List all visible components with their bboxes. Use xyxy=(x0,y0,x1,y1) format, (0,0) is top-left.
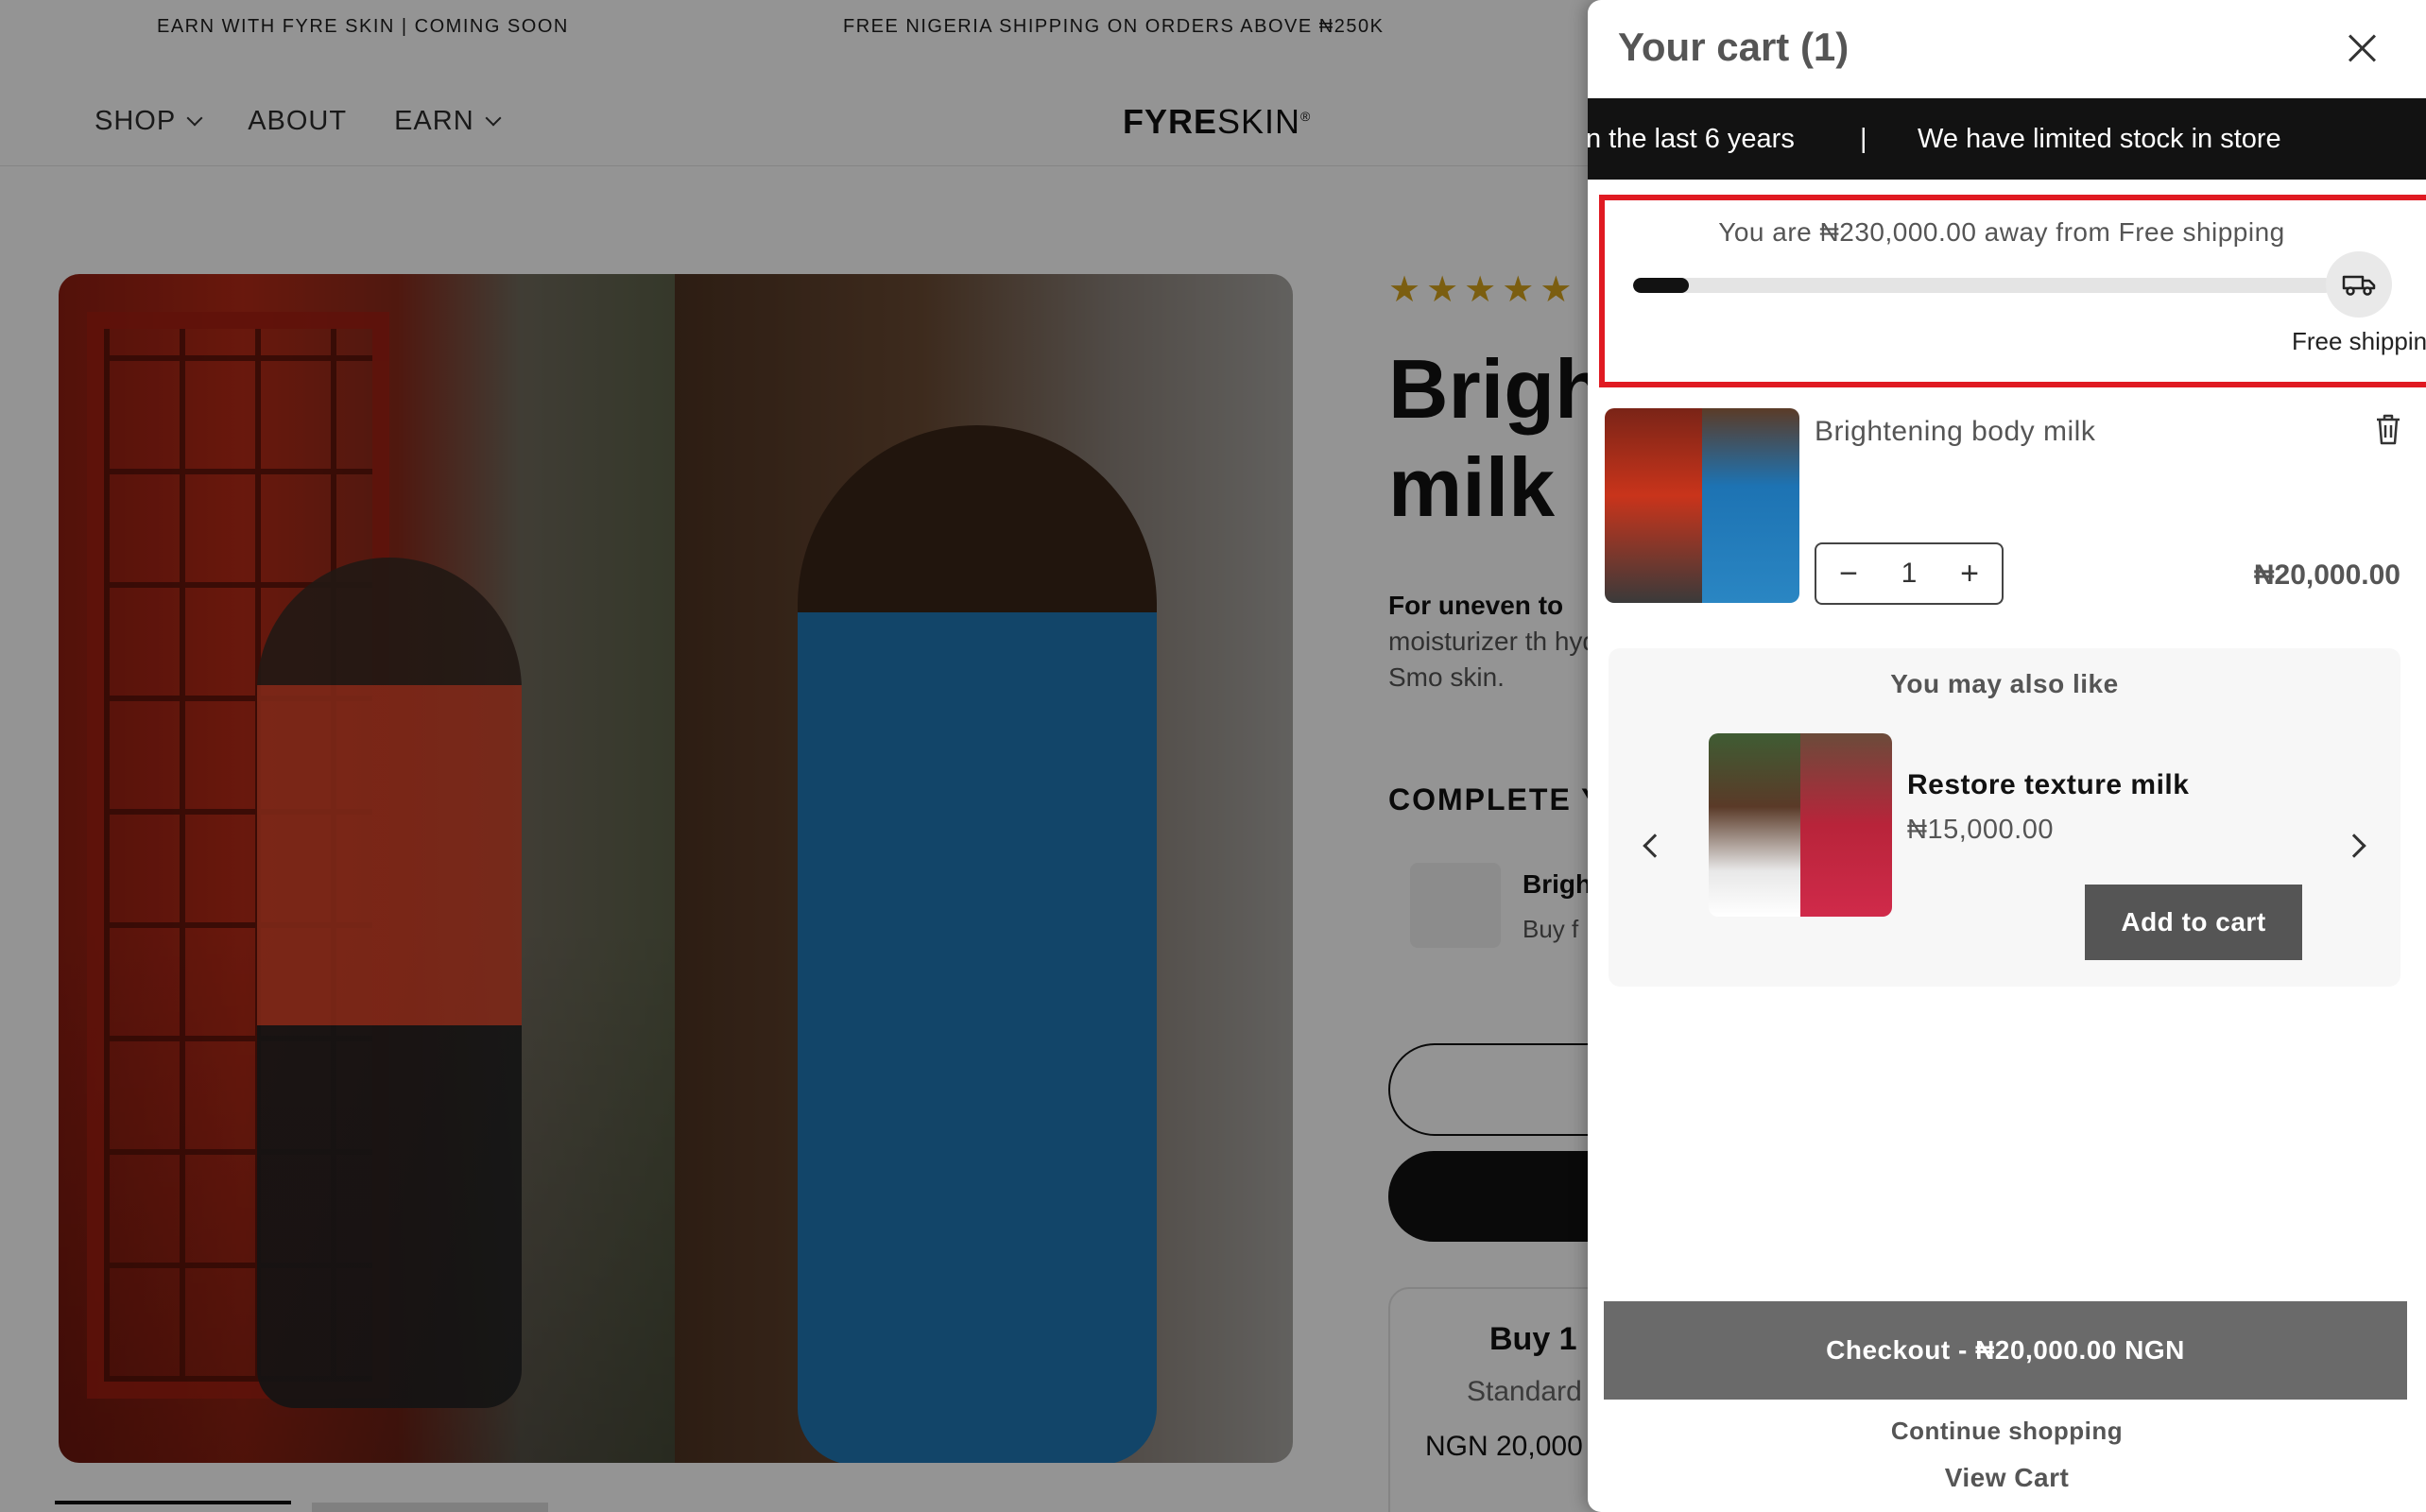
cart-item-image-left xyxy=(1605,408,1702,603)
free-shipping-label: Free shipping xyxy=(2292,327,2426,355)
free-shipping-progress: You are ₦230,000.00 away from Free shipp… xyxy=(1599,195,2426,387)
plus-icon[interactable]: + xyxy=(1951,555,1988,593)
cart-item-image[interactable] xyxy=(1605,408,1799,603)
upsell-add-to-cart-button[interactable]: Add to cart xyxy=(2085,885,2302,960)
marquee-text-1: n the last 6 years xyxy=(1588,123,1795,154)
chevron-right-icon[interactable] xyxy=(2342,833,2366,858)
minus-icon[interactable]: − xyxy=(1830,555,1867,593)
upsell-title: You may also like xyxy=(1890,669,2119,698)
truck-icon xyxy=(2326,251,2392,318)
upsell-product-name[interactable]: Restore texture milk xyxy=(1907,769,2189,801)
quantity-stepper: − 1 + xyxy=(1815,542,2004,605)
quantity-value[interactable]: 1 xyxy=(1901,558,1918,590)
shipping-progress-fill xyxy=(1633,278,1690,293)
cart-marquee: n the last 6 years | We have limited sto… xyxy=(1588,98,2426,180)
upsell-image-left xyxy=(1709,733,1800,917)
cart-title: Your cart (1) xyxy=(1618,25,1850,69)
close-icon[interactable] xyxy=(2345,30,2381,66)
upsell-product-image[interactable] xyxy=(1709,733,1892,917)
trash-icon[interactable] xyxy=(2374,412,2402,446)
view-cart-link[interactable]: View Cart xyxy=(1588,1463,2426,1493)
cart-item-image-right xyxy=(1702,408,1799,603)
trash-icon-svg xyxy=(2377,414,2400,445)
shipping-progress-bar xyxy=(1633,278,2332,293)
upsell-section: You may also like Restore texture milk ₦… xyxy=(1609,648,2400,987)
truck-icon-svg xyxy=(2342,275,2376,296)
cart-item-name[interactable]: Brightening body milk xyxy=(1815,416,2095,448)
chevron-left-icon[interactable] xyxy=(1643,833,1667,858)
cart-drawer: Your cart (1) n the last 6 years | We ha… xyxy=(1588,0,2426,1512)
free-shipping-message: You are ₦230,000.00 away from Free shipp… xyxy=(1718,217,2285,247)
upsell-image-right xyxy=(1800,733,1892,917)
checkout-button[interactable]: Checkout - ₦20,000.00 NGN xyxy=(1604,1301,2407,1400)
continue-shopping-link[interactable]: Continue shopping xyxy=(1588,1417,2426,1446)
upsell-product-price: ₦15,000.00 xyxy=(1907,815,2054,845)
marquee-text-2: We have limited stock in store xyxy=(1918,123,2281,154)
cart-item-price: ₦20,000.00 xyxy=(2253,559,2400,591)
marquee-separator: | xyxy=(1860,123,1867,154)
